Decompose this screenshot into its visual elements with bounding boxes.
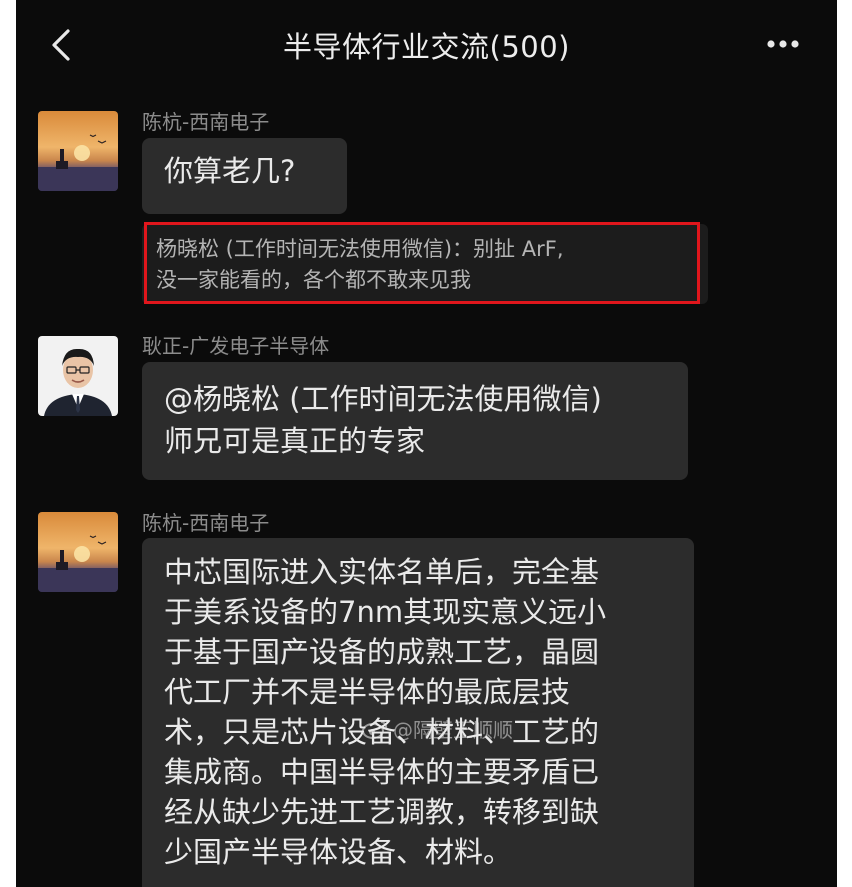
sender-name: 陈杭-西南电子 [142,110,270,134]
watermark-text: @隔壁王顺顺 [393,718,513,742]
weibo-logo-icon [362,720,388,739]
chat-screen: 半导体行业交流(500) 陈杭-西南电子 你算老几? 杨晓松 (工作时间无法使用… [16,0,837,887]
message-text: 于基于国产设备的成熟工艺，晶圆 [164,635,600,669]
message-text: 你算老几? [164,154,296,188]
top-bar: 半导体行业交流(500) [16,0,837,92]
weibo-watermark: @隔壁王顺顺 [361,714,513,743]
sender-avatar[interactable] [38,512,118,592]
message-text: 代工厂并不是半导体的最底层技 [164,675,571,709]
red-highlight-box [144,222,700,304]
sender-avatar[interactable] [38,111,118,191]
message-bubble[interactable]: @杨晓松 (工作时间无法使用微信) 师兄可是真正的专家 [142,362,688,480]
sender-name: 陈杭-西南电子 [142,511,270,535]
person-avatar-icon [38,336,118,416]
sender-name: 耿正-广发电子半导体 [142,334,330,358]
message-text: 于美系设备的7nm其现实意义远小 [164,595,607,629]
message-text: 集成商。中国半导体的主要矛盾已 [164,755,600,789]
chat-title: 半导体行业交流(500) [283,30,570,64]
sender-avatar[interactable] [38,336,118,416]
message-text: 经从缺少先进工艺调教，转移到缺 [164,795,600,829]
message-text: 师兄可是真正的专家 [164,424,426,458]
more-options-icon[interactable] [765,38,801,50]
sunset-avatar-icon [38,512,118,592]
message-bubble[interactable]: 中芯国际进入实体名单后，完全基 于美系设备的7nm其现实意义远小 于基于国产设备… [142,538,694,887]
message-text: @杨晓松 (工作时间无法使用微信) [164,382,602,416]
message-text: 少国产半导体设备、材料。 [164,835,513,869]
message-text: 中芯国际进入实体名单后，完全基 [164,555,600,589]
sunset-avatar-icon [38,111,118,191]
message-bubble[interactable]: 你算老几? [142,138,347,214]
